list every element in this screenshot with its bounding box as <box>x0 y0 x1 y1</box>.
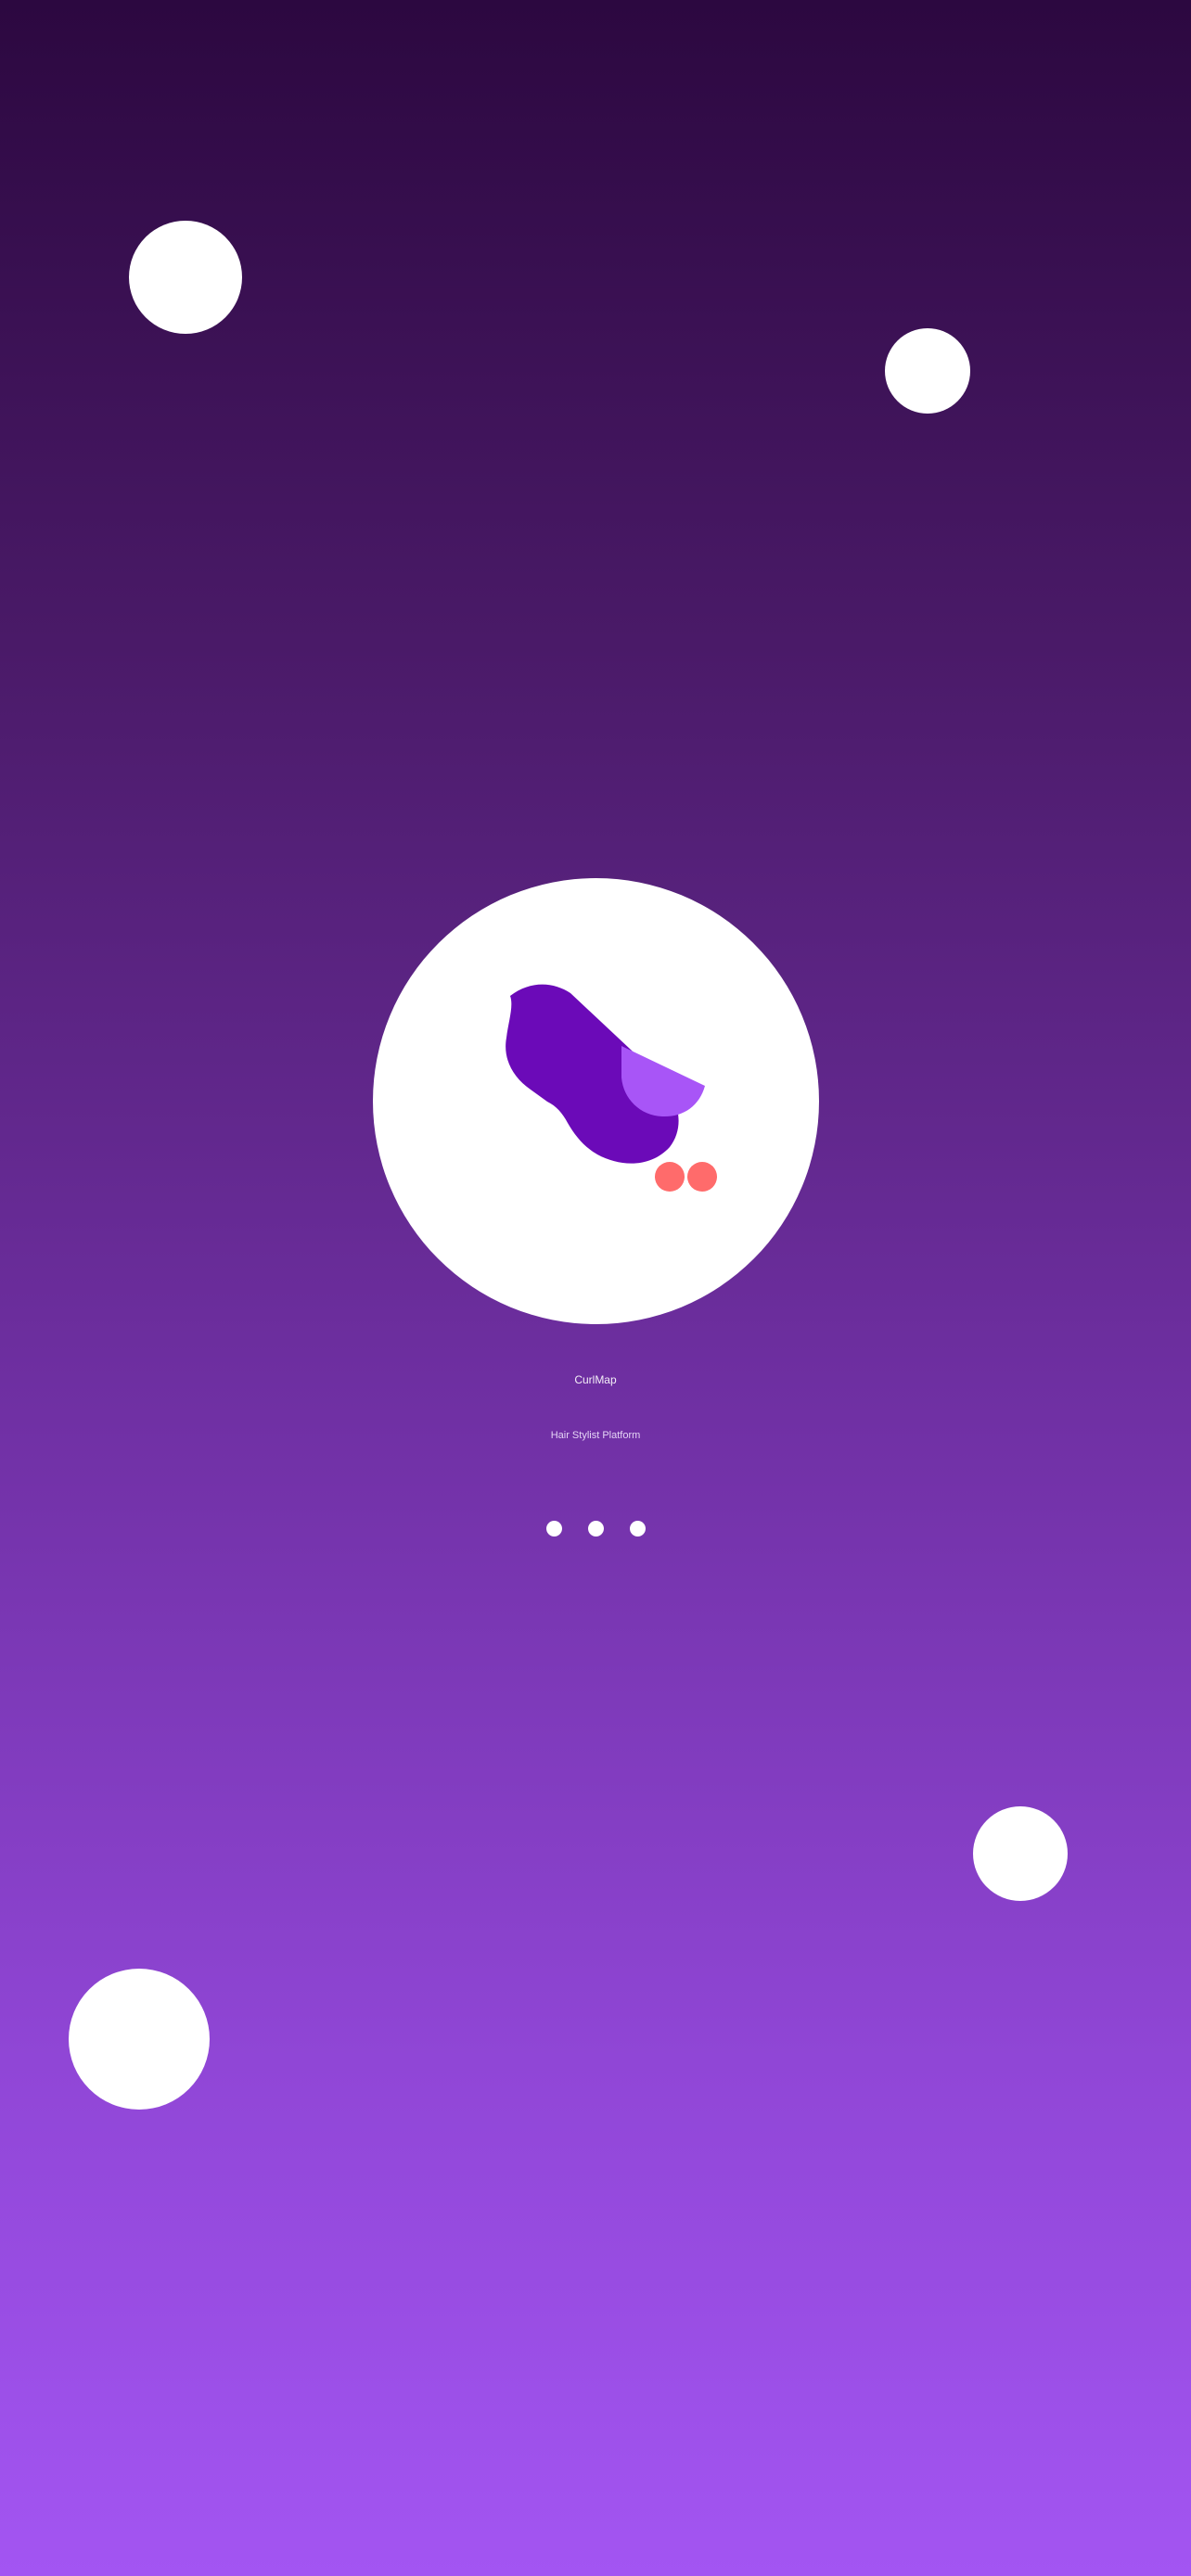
hair-curl-logo-icon <box>506 984 717 1192</box>
decorative-bubble <box>973 1806 1068 1901</box>
loading-dot <box>629 1521 646 1537</box>
splash-screen: CurlMap Hair Stylist Platform <box>0 0 1191 2576</box>
app-logo <box>373 878 819 1324</box>
app-subtitle: Hair Stylist Platform <box>550 1430 641 1441</box>
decorative-bubble <box>885 328 970 414</box>
decorative-bubble <box>69 1969 210 2110</box>
loading-dot <box>545 1521 562 1537</box>
app-title: CurlMap <box>574 1373 617 1386</box>
logo-dot-left <box>655 1162 685 1192</box>
logo-dot-right <box>687 1162 717 1192</box>
loading-dot <box>587 1521 604 1537</box>
decorative-bubble <box>129 221 242 334</box>
loading-indicator <box>0 1521 1191 1537</box>
